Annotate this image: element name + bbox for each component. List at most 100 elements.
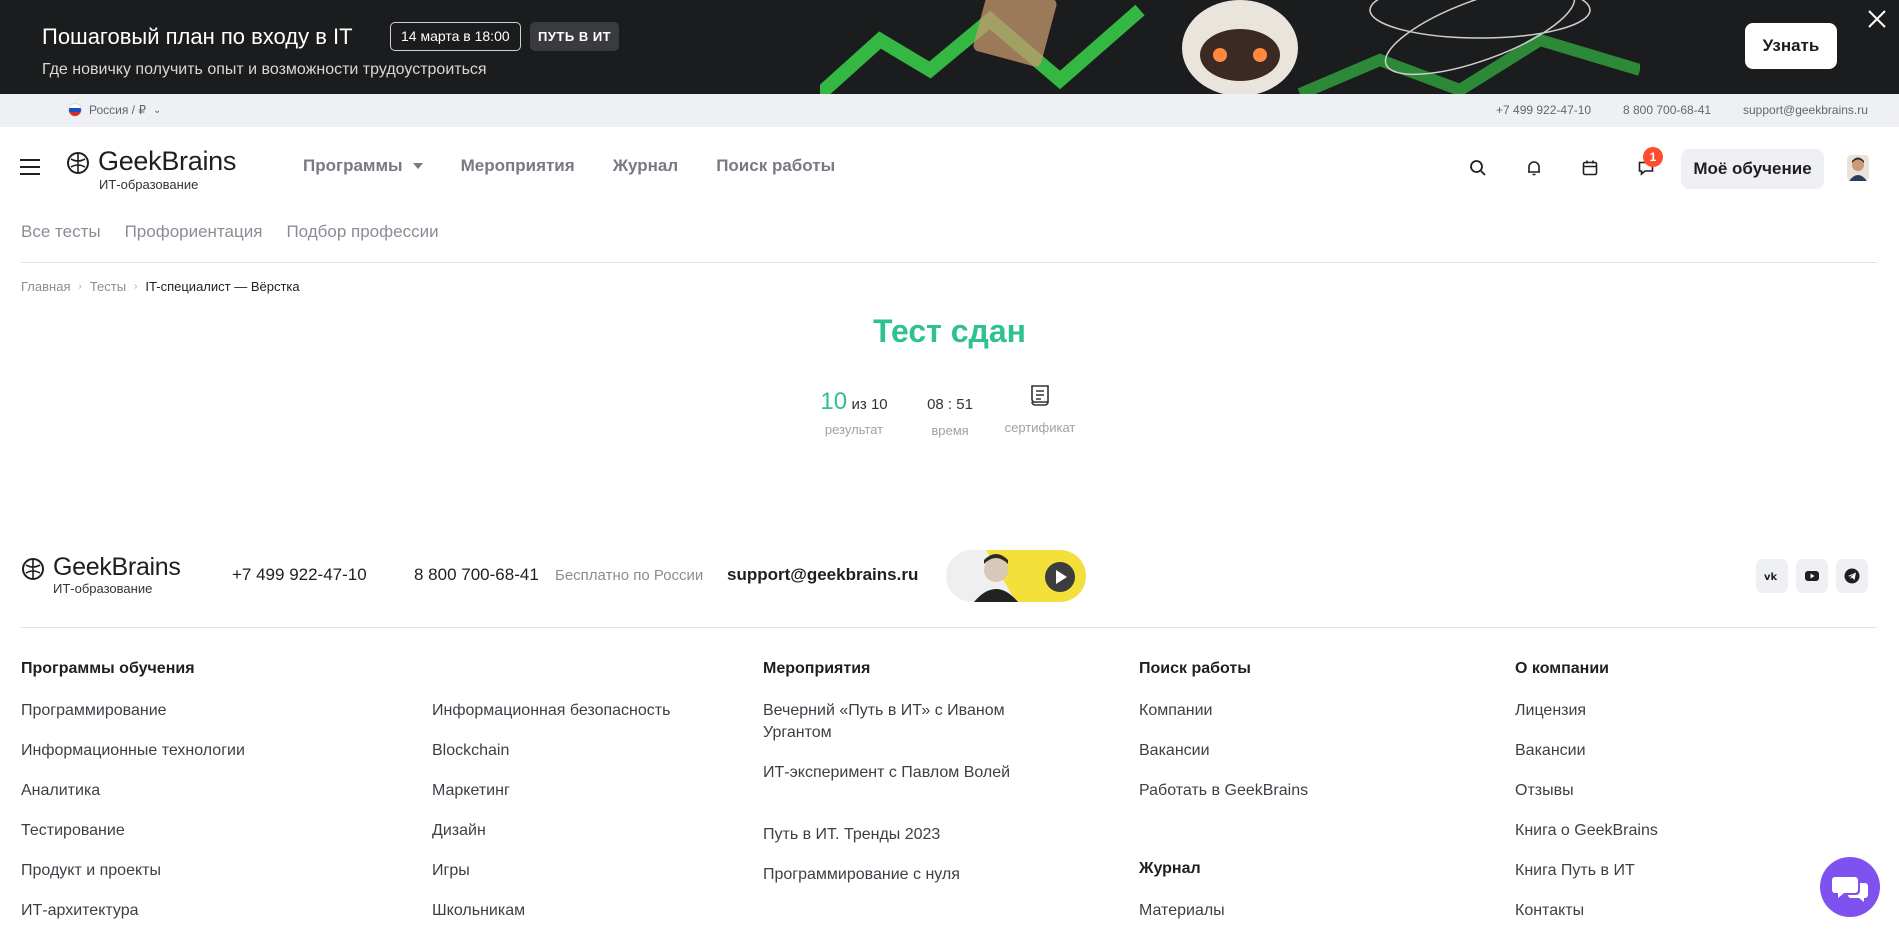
footer-link[interactable]: Книга Путь в ИТ (1515, 860, 1635, 882)
nav-events[interactable]: Мероприятия (461, 156, 575, 176)
nav-programs[interactable]: Программы (303, 156, 423, 176)
telegram-icon[interactable] (1836, 559, 1868, 593)
footer-link[interactable]: Тестирование (21, 820, 125, 842)
promo-illustration (820, 0, 1640, 94)
footer-link[interactable]: Лицензия (1515, 700, 1586, 722)
breadcrumb-current: IT-специалист — Вёрстка (145, 279, 300, 294)
logo-subtitle: ИТ-образование (53, 581, 153, 596)
chat-bubbles-icon (1832, 877, 1868, 902)
footer-link[interactable]: Информационная безопасность (432, 700, 670, 722)
chat-widget-button[interactable] (1820, 857, 1880, 917)
footer-link[interactable]: Путь в ИТ. Тренды 2023 (763, 824, 1013, 846)
phone-link-1[interactable]: +7 499 922-47-10 (1496, 103, 1591, 117)
footer-events-title: Мероприятия (763, 660, 871, 677)
certificate-scroll-icon[interactable] (1026, 382, 1054, 410)
footer-link[interactable]: Книга о GeekBrains (1515, 820, 1658, 842)
vk-icon[interactable]: vk (1756, 559, 1788, 593)
footer-link[interactable]: Информационные технологии (21, 740, 245, 762)
region-selector[interactable]: Россия / ₽ ⌄ (68, 103, 161, 117)
score-label: результат (824, 422, 884, 437)
footer-events-column: Мероприятия Вечерний «Путь в ИТ» с Ивано… (763, 660, 1010, 883)
footer-programs-column: Программы обучения Программирование Инфо… (21, 660, 245, 919)
footer-link[interactable]: Вакансии (1139, 740, 1210, 762)
chevron-down-icon: ⌄ (153, 104, 162, 116)
region-label: Россия / ₽ (89, 103, 146, 117)
promo-date-badge: 14 марта в 18:00 (390, 22, 521, 51)
play-icon[interactable] (1044, 561, 1076, 593)
russia-flag-icon (68, 103, 82, 117)
close-icon[interactable] (1866, 8, 1888, 30)
promo-subtitle: Где новичку получить опыт и возможности … (42, 61, 487, 78)
footer-link[interactable]: Маркетинг (432, 780, 510, 802)
footer-link[interactable]: ИТ-эксперимент с Павлом Волей (763, 762, 1013, 784)
svg-text:vk: vk (1764, 572, 1778, 583)
footer-jobs-title: Поиск работы (1139, 660, 1251, 677)
phone-link-2[interactable]: 8 800 700-68-41 (1623, 103, 1711, 117)
certificate-label: сертификат (1004, 420, 1076, 435)
promo-banner[interactable]: Пошаговый план по входу в IT Где новичку… (0, 0, 1899, 94)
search-icon[interactable] (1469, 159, 1487, 177)
footer-link[interactable]: Отзывы (1515, 780, 1574, 802)
footer-phone-2[interactable]: 8 800 700-68-41 (414, 565, 539, 585)
menu-icon[interactable] (20, 159, 40, 175)
breadcrumb-separator-icon: › (78, 281, 82, 292)
result-score: 10 из 10 результат (818, 388, 890, 437)
brain-logo-icon (22, 558, 44, 580)
score-value: 10 (820, 388, 848, 415)
footer-link[interactable]: Продукт и проекты (21, 860, 161, 882)
promo-brand-badge: ПУТЬ В ИТ (530, 22, 620, 51)
avatar[interactable] (1847, 155, 1869, 181)
footer-link[interactable]: Аналитика (21, 780, 100, 802)
footer-link[interactable]: Школьникам (432, 900, 525, 922)
footer-phone-1[interactable]: +7 499 922-47-10 (232, 565, 367, 585)
footer-link[interactable]: Программирование (21, 700, 167, 722)
breadcrumb-separator-icon: › (134, 281, 138, 292)
logo-name: GeekBrains (53, 553, 181, 581)
caret-down-icon (412, 163, 423, 169)
nav-programs-label: Программы (303, 156, 403, 175)
calendar-icon[interactable] (1581, 159, 1599, 177)
breadcrumb-tests[interactable]: Тесты (90, 279, 126, 294)
result-time: 08 : 51 время (922, 396, 978, 438)
footer-link[interactable]: Игры (432, 860, 470, 882)
notification-badge: 1 (1643, 147, 1663, 167)
footer-link[interactable]: Дизайн (432, 820, 486, 842)
footer-link[interactable]: Blockchain (432, 740, 509, 762)
tests-subnav: Все тесты Профориентация Подбор професси… (21, 222, 439, 242)
score-total: из 10 (851, 396, 888, 413)
footer-link[interactable]: Вечерний «Путь в ИТ» с Иваном Ургантом (763, 700, 1013, 744)
subnav-profession-match[interactable]: Подбор профессии (286, 222, 438, 242)
footer-link[interactable]: Компании (1139, 700, 1213, 722)
footer-link[interactable]: Контакты (1515, 900, 1584, 922)
breadcrumb-home[interactable]: Главная (21, 279, 70, 294)
footer-company-title: О компании (1515, 660, 1609, 677)
email-link[interactable]: support@geekbrains.ru (1743, 103, 1868, 117)
logo-name: GeekBrains (98, 146, 237, 176)
footer-journal-title: Журнал (1139, 860, 1201, 877)
top-contact-strip: Россия / ₽ ⌄ +7 499 922-47-10 8 800 700-… (0, 94, 1899, 127)
my-learning-button[interactable]: Моё обучение (1681, 149, 1824, 189)
promo-title: Пошаговый план по входу в IT (42, 24, 353, 49)
subnav-career-guidance[interactable]: Профориентация (125, 222, 263, 242)
result-certificate[interactable]: сертификат (1000, 382, 1080, 435)
footer-link[interactable]: Программирование с нуля (763, 864, 1013, 886)
footer-email[interactable]: support@geekbrains.ru (727, 565, 918, 585)
nav-job-search[interactable]: Поиск работы (716, 156, 835, 176)
breadcrumb: Главная › Тесты › IT-специалист — Вёрстк… (21, 279, 300, 294)
footer-link[interactable]: ИТ-архитектура (21, 900, 139, 922)
footer-link[interactable]: Вакансии (1515, 740, 1586, 762)
nav-journal[interactable]: Журнал (613, 156, 679, 176)
promo-video-thumbnail[interactable] (946, 550, 1086, 602)
bell-icon[interactable] (1525, 159, 1543, 177)
result-title: Тест сдан (873, 313, 1026, 349)
footer-jobs-column: Поиск работы Компании Вакансии Работать … (1139, 660, 1308, 919)
main-nav: Программы Мероприятия Журнал Поиск работ… (303, 156, 835, 176)
divider (21, 262, 1877, 263)
promo-learn-button[interactable]: Узнать (1745, 23, 1837, 69)
time-value: 08 : 51 (927, 396, 973, 413)
footer-link[interactable]: Материалы (1139, 900, 1225, 922)
footer-link[interactable]: Работать в GeekBrains (1139, 780, 1308, 802)
footer-free-note: Бесплатно по России (555, 567, 704, 584)
youtube-icon[interactable] (1796, 559, 1828, 593)
subnav-all-tests[interactable]: Все тесты (21, 222, 101, 242)
